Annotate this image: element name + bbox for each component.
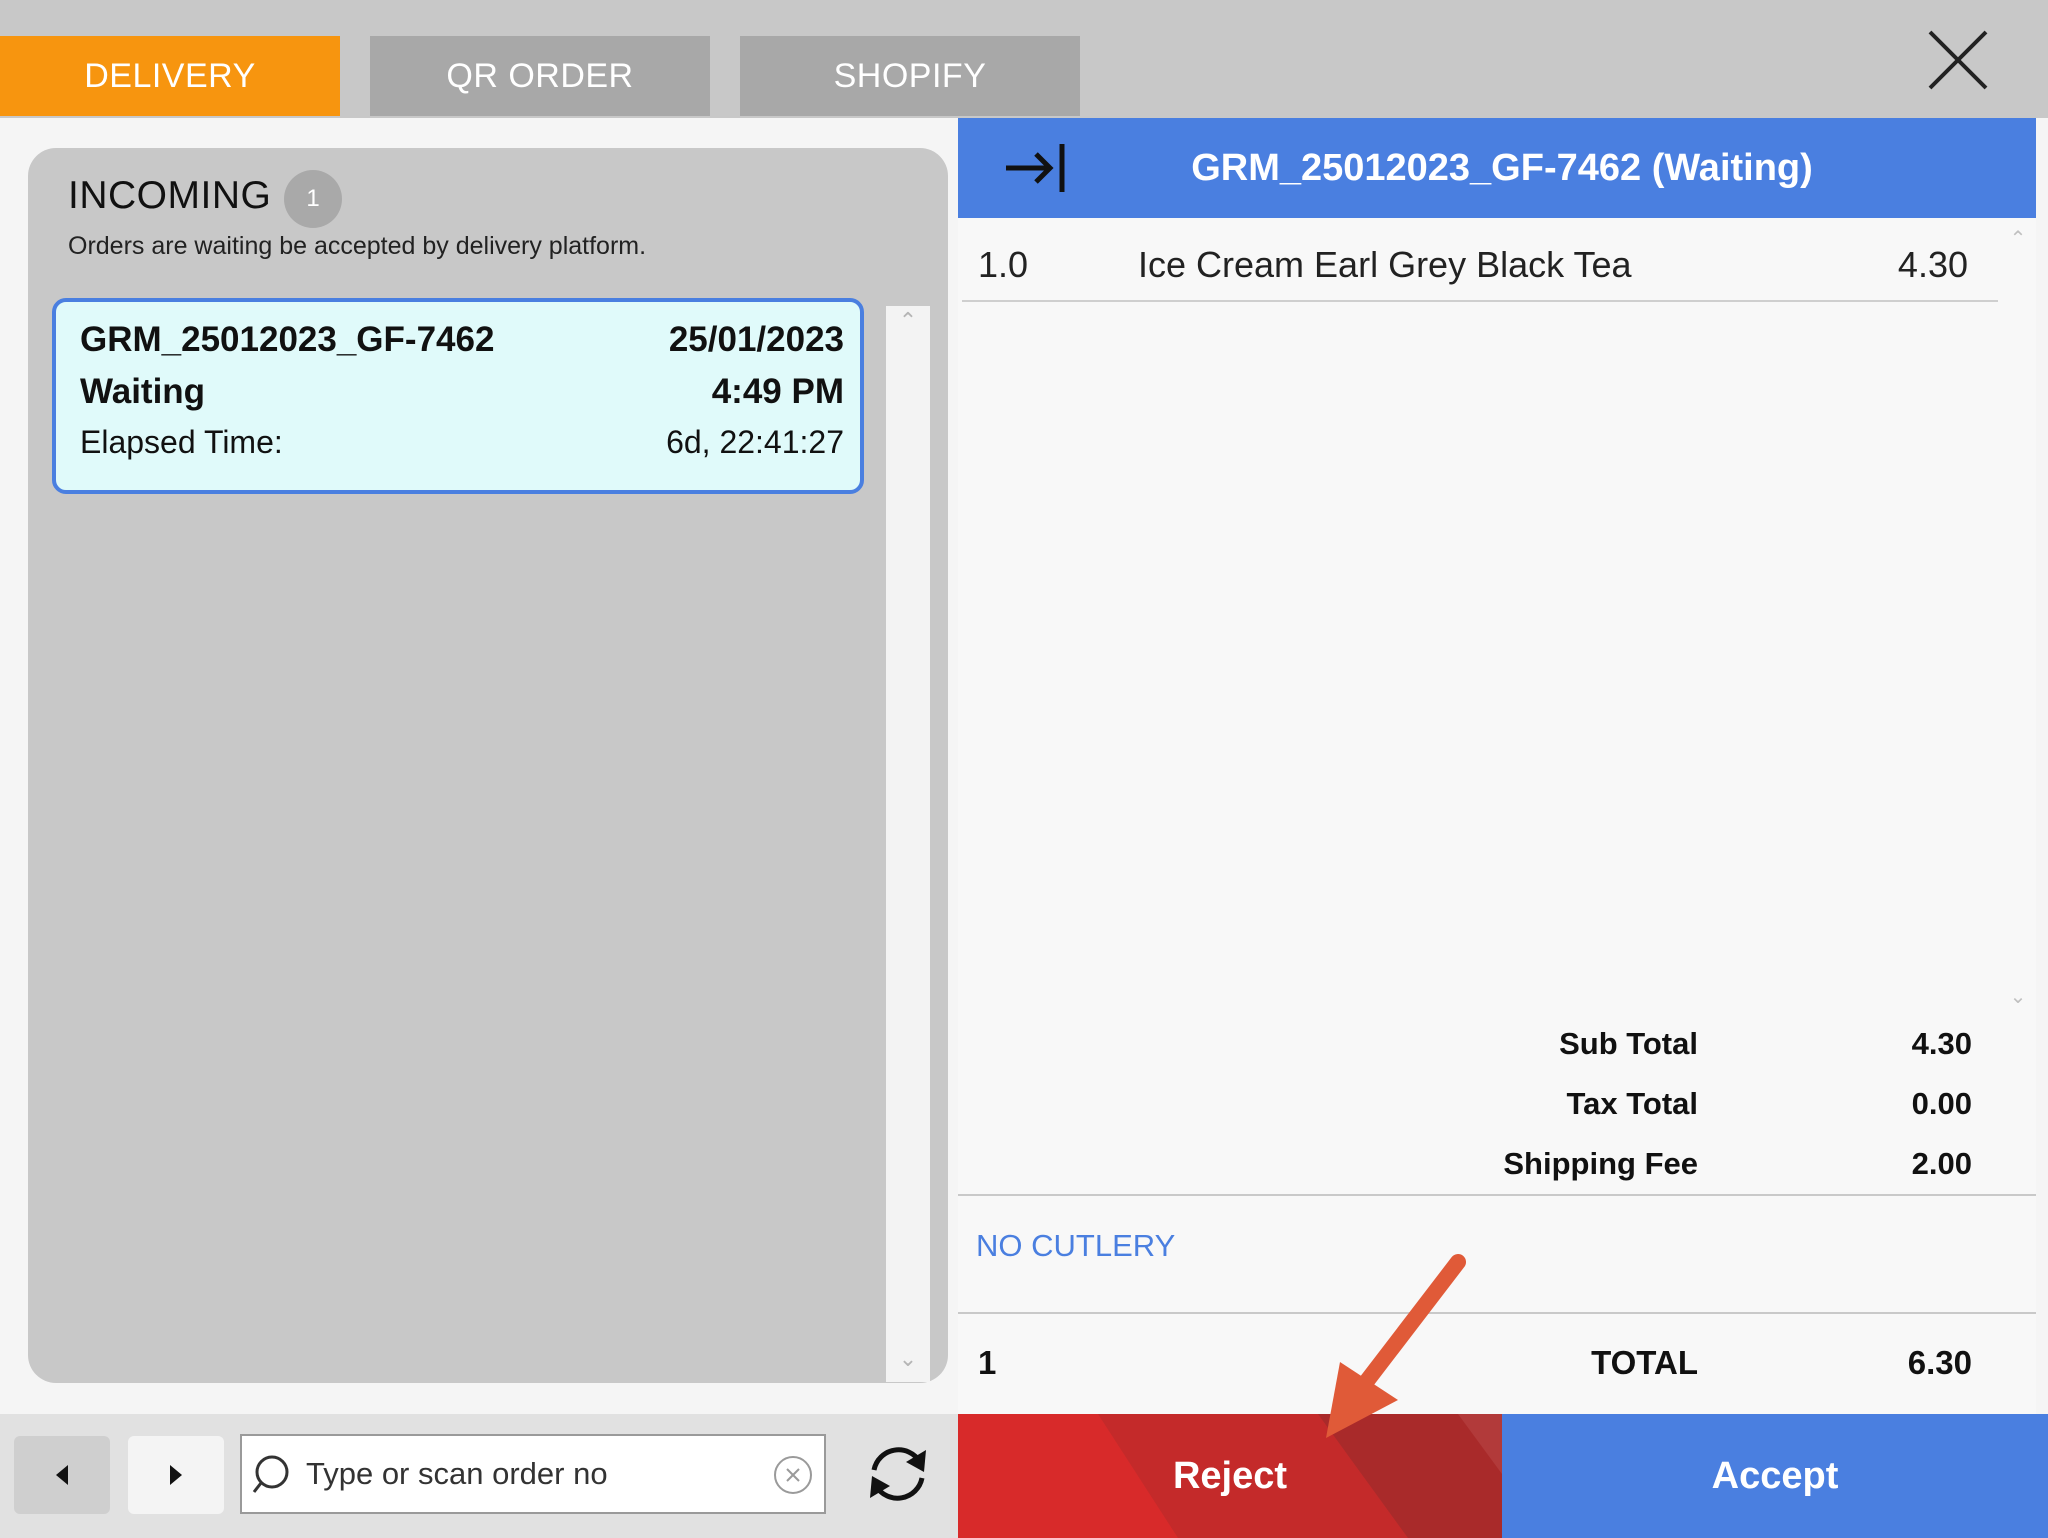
- reject-button[interactable]: Reject: [958, 1414, 1502, 1538]
- collapse-arrow-icon[interactable]: [1000, 140, 1072, 196]
- tax-label: Tax Total: [1566, 1086, 1698, 1121]
- accept-label: Accept: [1711, 1454, 1839, 1497]
- incoming-subtitle: Orders are waiting be accepted by delive…: [68, 232, 647, 260]
- subtotal-value: 4.30: [1911, 1026, 1972, 1061]
- note-divider: [958, 1312, 2036, 1314]
- scroll-up-icon[interactable]: ⌃: [886, 308, 930, 334]
- next-button[interactable]: [128, 1436, 224, 1514]
- detail-scroll-up-icon[interactable]: ⌃: [2000, 226, 2036, 251]
- total-qty: 1: [978, 1344, 997, 1381]
- refresh-icon[interactable]: [860, 1436, 936, 1512]
- detail-scroll-down-icon[interactable]: ⌄: [2000, 984, 2036, 1009]
- tab-delivery[interactable]: DELIVERY: [0, 36, 340, 116]
- close-icon[interactable]: [1918, 20, 1998, 100]
- item-price: 4.30: [1897, 244, 1968, 285]
- order-status: Waiting: [80, 372, 206, 411]
- summary-divider: [958, 1194, 2036, 1196]
- item-name: Ice Cream Earl Grey Black Tea: [1138, 244, 1632, 285]
- incoming-count-badge: 1: [284, 170, 342, 228]
- shipping-label: Shipping Fee: [1503, 1146, 1698, 1181]
- elapsed-label: Elapsed Time:: [80, 424, 283, 460]
- search-input[interactable]: [306, 1446, 746, 1502]
- subtotal-label: Sub Total: [1559, 1026, 1698, 1061]
- order-time: 4:49 PM: [711, 372, 844, 411]
- scroll-down-icon[interactable]: ⌄: [886, 1346, 930, 1372]
- reject-label: Reject: [1172, 1454, 1288, 1497]
- item-qty: 1.0: [978, 244, 1029, 285]
- elapsed-value: 6d, 22:41:27: [666, 424, 844, 460]
- item-divider: [962, 300, 1998, 302]
- tab-shopify[interactable]: SHOPIFY: [740, 36, 1080, 116]
- shipping-value: 2.00: [1911, 1146, 1972, 1181]
- caret-left-icon: [56, 1465, 68, 1485]
- tab-qr-order[interactable]: QR ORDER: [370, 36, 710, 116]
- search-icon: [252, 1455, 289, 1493]
- order-date: 25/01/2023: [668, 320, 844, 359]
- accept-button[interactable]: Accept: [1502, 1414, 2048, 1538]
- total-value: 6.30: [1907, 1344, 1972, 1381]
- order-note: NO CUTLERY: [976, 1228, 1176, 1263]
- prev-button[interactable]: [14, 1436, 110, 1514]
- clear-icon[interactable]: [772, 1454, 814, 1496]
- total-label: TOTAL: [1591, 1344, 1698, 1381]
- order-card[interactable]: GRM_25012023_GF-7462 25/01/2023 Waiting …: [52, 298, 864, 494]
- caret-right-icon: [170, 1465, 182, 1485]
- search-box[interactable]: [240, 1434, 826, 1514]
- order-number: GRM_25012023_GF-7462: [80, 320, 495, 359]
- incoming-scrollbar[interactable]: ⌃ ⌄: [886, 306, 930, 1382]
- order-detail-title: GRM_25012023_GF-7462 (Waiting): [1191, 146, 1813, 189]
- incoming-title: INCOMING: [68, 174, 272, 217]
- tax-value: 0.00: [1911, 1086, 1972, 1121]
